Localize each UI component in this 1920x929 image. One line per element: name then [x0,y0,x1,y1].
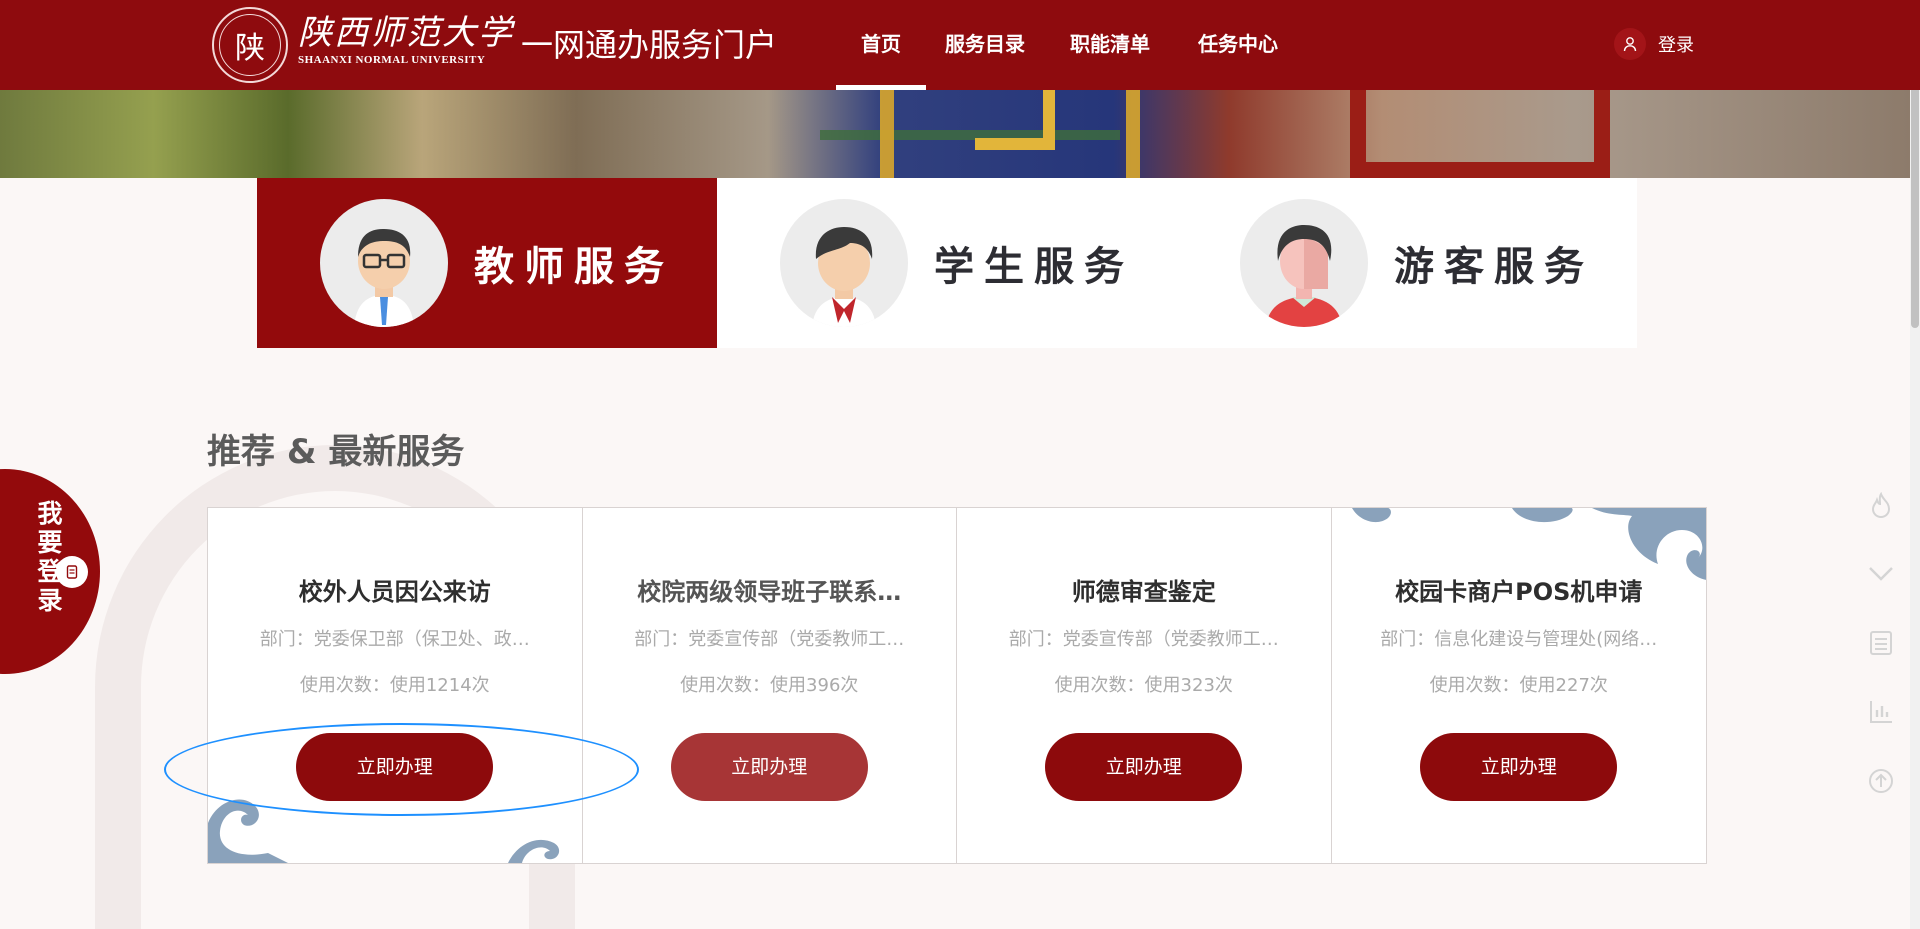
tab-teacher-service[interactable]: 教师服务 [257,178,717,348]
tab-student-service[interactable]: 学生服务 [717,178,1177,348]
user-icon [1614,28,1646,60]
top-header: 陕 陕西师范大学 SHAANXI NORMAL UNIVERSITY 一网通办服… [0,0,1920,90]
page-scrollbar[interactable] [1910,0,1920,929]
university-seal-logo[interactable]: 陕 [212,7,288,83]
tab-visitor-label: 游客服务 [1394,244,1594,290]
university-name-logo[interactable]: 陕西师范大学 SHAANXI NORMAL UNIVERSITY [298,12,514,66]
student-avatar-icon [780,199,908,327]
tab-student-label: 学生服务 [934,244,1134,290]
tab-teacher-label: 教师服务 [474,244,674,290]
service-card[interactable]: 校外人员因公来访 部门：党委保卫部（保卫处、政… 使用次数：使用1214次 立即… [208,508,583,863]
card-department: 部门：信息化建设与管理处(网络… [1380,629,1658,650]
nav-home[interactable]: 首页 [836,0,926,90]
arrow-up-icon[interactable] [1866,766,1896,796]
nav-function-list[interactable]: 职能清单 [1066,0,1154,90]
tab-visitor-service[interactable]: 游客服务 [1177,178,1637,348]
card-department: 部门：党委保卫部（保卫处、政… [259,629,530,650]
card-title: 师德审查鉴定 [1071,578,1216,606]
university-name-cn: 陕西师范大学 [298,13,514,53]
fire-icon[interactable] [1866,490,1896,520]
login-button[interactable]: 登录 [1614,28,1694,60]
service-card[interactable]: 师德审查鉴定 部门：党委宣传部（党委教师工… 使用次数：使用323次 立即办理 [957,508,1332,863]
chart-icon[interactable] [1866,697,1896,727]
service-category-tabs: 教师服务 学生服务 游客服务 [257,178,1637,348]
main-nav: 首页 服务目录 职能清单 任务中心 [836,0,1282,90]
login-label: 登录 [1658,35,1694,56]
card-department: 部门：党委宣传部（党委教师工… [634,629,905,650]
seal-char: 陕 [219,14,281,76]
nav-task-center[interactable]: 任务中心 [1194,0,1282,90]
apply-now-button[interactable]: 立即办理 [1045,733,1243,801]
visitor-avatar-icon [1240,199,1368,327]
university-name-en: SHAANXI NORMAL UNIVERSITY [298,54,486,66]
card-usage-count: 使用次数：使用1214次 [299,675,490,696]
apply-now-button[interactable]: 立即办理 [670,733,868,801]
card-usage-count: 使用次数：使用323次 [1054,675,1233,696]
card-usage-count: 使用次数：使用396次 [680,675,859,696]
campus-banner-image [0,90,1920,178]
portal-title: 一网通办服务门户 [521,26,778,64]
list-icon[interactable] [1866,628,1896,658]
card-department: 部门：党委宣传部（党委教师工… [1008,629,1279,650]
wave-decoration [1351,508,1706,580]
right-toolbar [1866,490,1896,835]
wave-decoration [208,799,560,863]
teacher-avatar-icon [320,199,448,327]
card-title: 校院两级领导班子联系… [637,578,902,606]
document-icon[interactable] [56,556,88,588]
section-title: 推荐 & 最新服务 [207,432,465,472]
service-card[interactable]: 校园卡商户POS机申请 部门：信息化建设与管理处(网络… 使用次数：使用227次… [1331,508,1706,863]
apply-now-button[interactable]: 立即办理 [296,733,494,801]
service-cards: 校外人员因公来访 部门：党委保卫部（保卫处、政… 使用次数：使用1214次 立即… [207,507,1707,864]
card-title: 校外人员因公来访 [298,578,491,606]
nav-service-catalog[interactable]: 服务目录 [941,0,1029,90]
apply-now-button[interactable]: 立即办理 [1420,733,1618,801]
card-usage-count: 使用次数：使用227次 [1429,675,1608,696]
floating-login-label[interactable]: 我要登录 [12,500,64,616]
service-card[interactable]: 校院两级领导班子联系… 部门：党委宣传部（党委教师工… 使用次数：使用396次 … [582,508,957,863]
scrollbar-thumb[interactable] [1911,64,1919,328]
chevron-down-icon[interactable] [1866,559,1896,589]
